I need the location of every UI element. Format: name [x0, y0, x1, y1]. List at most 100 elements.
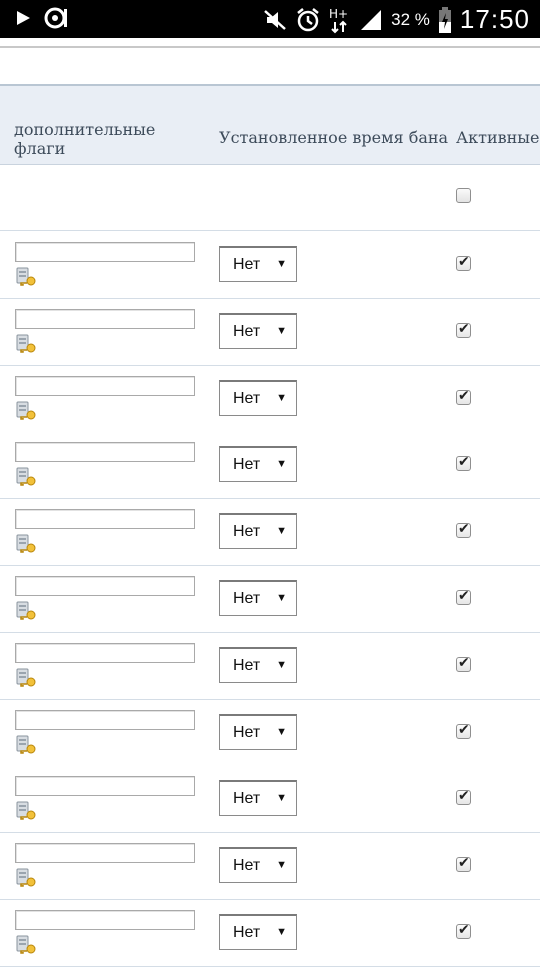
active-checkbox[interactable]: ✔ — [456, 588, 471, 605]
flags-input[interactable] — [15, 308, 195, 329]
key-icon[interactable] — [16, 667, 38, 689]
checkmark-icon: ✔ — [458, 721, 470, 738]
flags-input[interactable] — [15, 509, 195, 530]
ban-time-value: Нет — [233, 523, 261, 541]
key-icon[interactable] — [16, 533, 38, 555]
dropdown-arrow-icon: ▼ — [276, 324, 287, 337]
ban-time-value: Нет — [233, 256, 261, 273]
active-checkbox[interactable]: ✔ — [456, 788, 471, 806]
dropdown-arrow-icon: ▼ — [276, 926, 287, 938]
divider — [0, 46, 540, 48]
ban-time-select[interactable]: Нет ▼ — [219, 513, 297, 550]
table-row: Нет ▼ ✔ — [0, 900, 540, 967]
ban-time-select[interactable]: Нет ▼ — [219, 580, 297, 616]
active-checkbox[interactable]: ✔ — [456, 254, 471, 271]
key-icon[interactable] — [16, 466, 38, 488]
active-checkbox[interactable] — [456, 188, 471, 203]
dropdown-arrow-icon: ▼ — [276, 592, 287, 604]
active-checkbox[interactable]: ✔ — [456, 922, 471, 939]
ban-time-select[interactable]: Нет ▼ — [219, 780, 297, 817]
table-row: Нет ▼ ✔ — [0, 232, 540, 299]
flags-input[interactable] — [15, 375, 195, 396]
checkmark-icon: ✔ — [458, 254, 470, 270]
key-icon[interactable] — [16, 934, 38, 956]
checkmark-icon: ✔ — [458, 788, 470, 805]
checkmark-icon: ✔ — [458, 588, 470, 604]
mute-icon — [263, 8, 287, 32]
dropdown-arrow-icon: ▼ — [276, 792, 287, 805]
dropdown-arrow-icon: ▼ — [276, 391, 287, 404]
key-icon[interactable] — [16, 800, 38, 822]
voicemail-icon — [44, 6, 74, 30]
ban-time-select[interactable]: Нет ▼ — [219, 379, 297, 416]
ban-time-select[interactable]: Нет ▼ — [219, 312, 297, 349]
flags-input[interactable] — [15, 910, 195, 930]
key-icon[interactable] — [16, 867, 38, 889]
flags-input[interactable] — [15, 776, 195, 797]
checkmark-icon: ✔ — [458, 387, 470, 404]
battery-percent: 32 % — [391, 9, 430, 29]
dropdown-arrow-icon: ▼ — [276, 458, 287, 471]
dropdown-arrow-icon: ▼ — [276, 658, 287, 671]
active-checkbox[interactable]: ✔ — [456, 454, 471, 472]
clock: 17:50 — [459, 4, 530, 34]
ban-time-value: Нет — [233, 857, 261, 875]
table-row: Нет ▼ ✔ — [0, 566, 540, 633]
checkmark-icon: ✔ — [458, 454, 470, 471]
ban-time-value: Нет — [233, 723, 261, 741]
key-icon[interactable] — [16, 600, 38, 622]
table-row: Нет ▼ ✔ — [0, 632, 540, 700]
column-header-flags: дополнительные флаги — [14, 120, 156, 158]
active-checkbox[interactable]: ✔ — [456, 855, 471, 873]
ban-time-value: Нет — [233, 389, 261, 407]
active-checkbox[interactable]: ✔ — [456, 654, 471, 672]
flags-input[interactable] — [15, 709, 195, 730]
ban-time-select[interactable]: Нет ▼ — [219, 847, 297, 884]
ban-time-select[interactable]: Нет ▼ — [219, 446, 297, 483]
ban-time-value: Нет — [233, 590, 261, 607]
ban-time-select[interactable]: Нет ▼ — [219, 713, 297, 750]
ban-time-value: Нет — [233, 656, 261, 674]
network-type-icon: H+ — [329, 6, 351, 34]
battery-charging-icon — [438, 6, 452, 33]
ban-time-value: Нет — [233, 790, 261, 808]
table-row: Нет ▼ ✔ — [0, 432, 540, 500]
key-icon[interactable] — [16, 266, 38, 288]
dropdown-arrow-icon: ▼ — [276, 859, 287, 872]
flags-input[interactable] — [15, 442, 195, 463]
active-checkbox[interactable]: ✔ — [456, 521, 471, 539]
ban-time-select[interactable]: Нет ▼ — [219, 914, 297, 950]
ban-time-select[interactable]: Нет ▼ — [219, 646, 297, 683]
ban-time-value: Нет — [233, 456, 261, 474]
key-icon[interactable] — [16, 333, 38, 355]
table-row: Нет ▼ ✔ — [0, 699, 540, 767]
table-row-filter — [0, 165, 540, 231]
table-row: Нет ▼ ✔ — [0, 766, 540, 834]
column-header-ban-time: Установленное время бана — [219, 128, 449, 147]
active-checkbox[interactable]: ✔ — [456, 387, 471, 405]
status-bar: H+ 32 % 17:50 — [0, 0, 540, 38]
ban-time-value: Нет — [233, 924, 261, 941]
checkmark-icon: ✔ — [458, 320, 470, 337]
flags-input[interactable] — [15, 242, 195, 262]
svg-text:H+: H+ — [329, 7, 348, 21]
key-icon[interactable] — [16, 400, 38, 422]
ban-time-value: Нет — [233, 322, 261, 340]
dropdown-arrow-icon: ▼ — [276, 525, 287, 538]
key-icon[interactable] — [16, 734, 38, 756]
table-row: Нет ▼ ✔ — [0, 499, 540, 567]
table-row: Нет ▼ ✔ — [0, 298, 540, 366]
ban-time-select[interactable]: Нет ▼ — [219, 246, 297, 282]
flags-input[interactable] — [15, 843, 195, 864]
active-checkbox[interactable]: ✔ — [456, 721, 471, 739]
alarm-icon — [295, 7, 321, 33]
checkmark-icon: ✔ — [458, 521, 470, 538]
active-checkbox[interactable]: ✔ — [456, 320, 471, 338]
signal-icon — [359, 8, 383, 32]
checkmark-icon: ✔ — [458, 922, 470, 938]
checkmark-icon: ✔ — [458, 654, 470, 671]
play-icon — [14, 9, 32, 27]
flags-input[interactable] — [15, 576, 195, 596]
table-header: дополнительные флаги Установленное время… — [0, 86, 540, 165]
flags-input[interactable] — [15, 642, 195, 663]
